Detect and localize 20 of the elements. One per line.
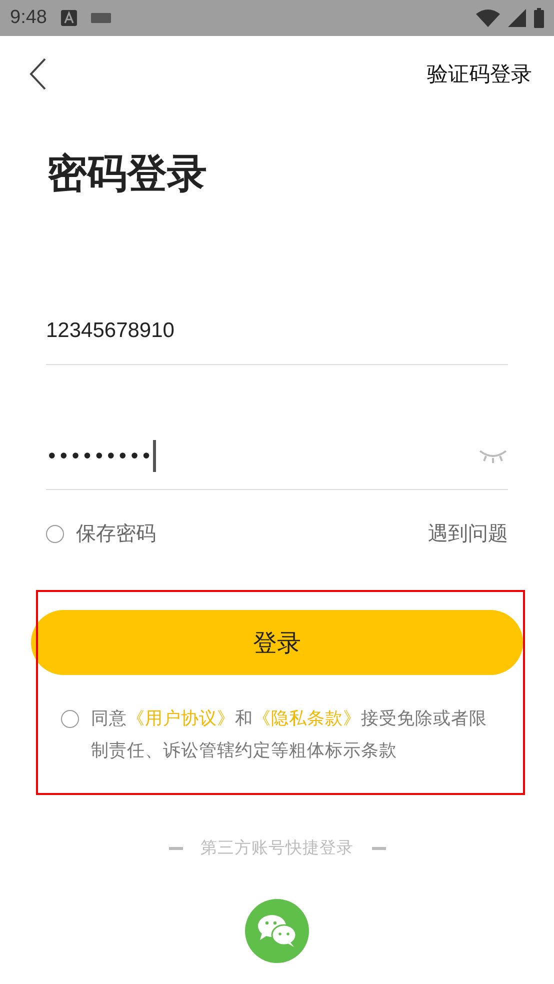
- page-title: 密码登录: [47, 150, 208, 199]
- signal-icon: [508, 9, 526, 27]
- battery-icon: [534, 8, 544, 28]
- login-button[interactable]: 登录: [31, 610, 523, 675]
- third-party-label: 第三方账号快捷登录: [200, 837, 354, 859]
- clock: 9:48: [10, 7, 47, 29]
- save-password-label: 保存密码: [76, 520, 156, 547]
- sms-login-link[interactable]: 验证码登录: [427, 60, 532, 88]
- keyboard-layout-icon: [60, 10, 77, 26]
- agreement-text: 同意《用户协议》和《隐私条款》接受免除或者限制责任、诉讼管辖约定等粗体标示条款: [91, 708, 488, 763]
- chat-bubbles-icon: [257, 914, 297, 948]
- phone-field[interactable]: 12345678910: [46, 298, 508, 365]
- help-link[interactable]: 遇到问题: [428, 520, 508, 547]
- agreement-checkbox[interactable]: [61, 710, 79, 728]
- wifi-icon: [476, 9, 500, 27]
- back-icon[interactable]: [28, 57, 48, 91]
- save-password-checkbox[interactable]: 保存密码: [46, 520, 156, 547]
- keyboard-icon: [90, 13, 111, 23]
- closed-eye-icon[interactable]: [478, 449, 508, 463]
- password-field[interactable]: •••••••••: [46, 440, 156, 472]
